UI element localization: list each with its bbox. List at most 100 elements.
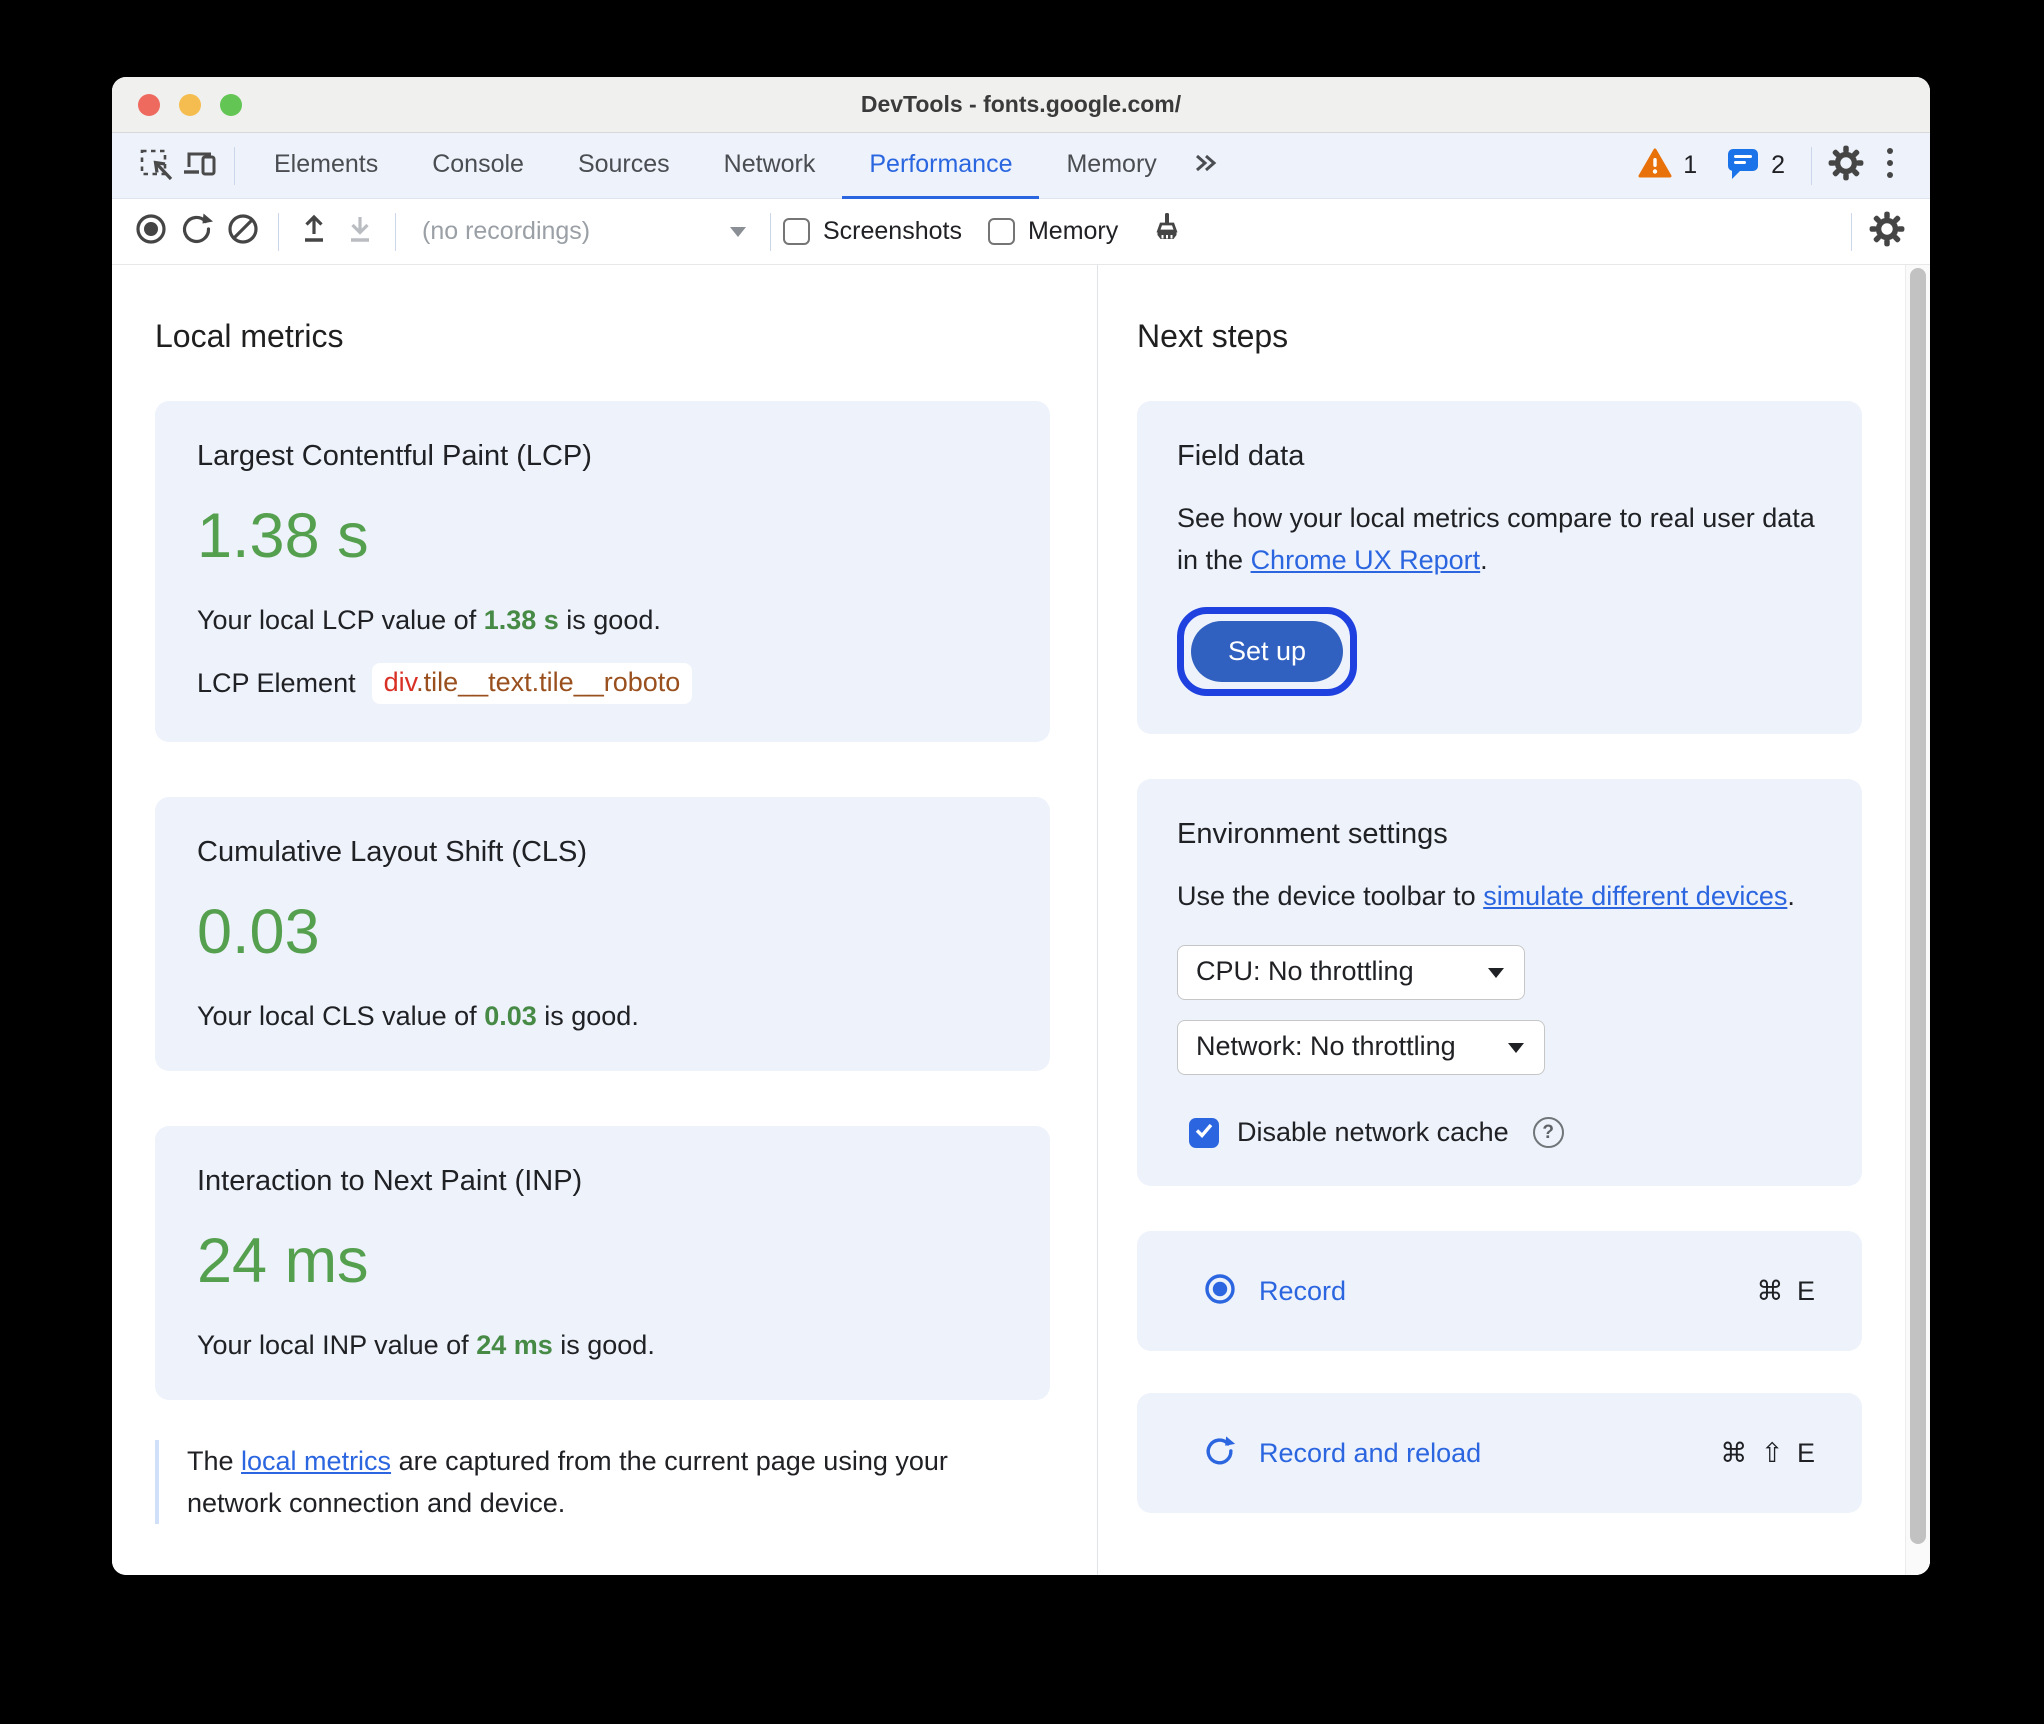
lcp-desc-value: 1.38 s: [483, 605, 559, 635]
tab-network[interactable]: Network: [697, 133, 843, 199]
kebab-menu-icon: [1884, 144, 1896, 187]
help-icon[interactable]: ?: [1532, 1117, 1564, 1148]
inspect-element-button[interactable]: [134, 144, 178, 188]
record-action-row[interactable]: Record ⌘ E: [1137, 1231, 1862, 1351]
gear-icon: [1868, 210, 1906, 253]
message-icon: [1725, 146, 1761, 185]
local-metrics-link[interactable]: local metrics: [241, 1446, 391, 1476]
network-throttling-value: Network: No throttling: [1196, 1031, 1456, 1061]
record-button[interactable]: [128, 209, 174, 255]
record-and-reload-shortcut: ⌘ ⇧ E: [1720, 1437, 1818, 1468]
environment-settings-title: Environment settings: [1177, 818, 1448, 850]
lcp-element-row: LCP Element div.tile__text.tile__roboto: [197, 663, 1008, 704]
scrollbar-thumb[interactable]: [1910, 268, 1926, 1544]
environment-settings-body: Use the device toolbar to simulate diffe…: [1177, 875, 1822, 917]
minimize-window-button[interactable]: [179, 93, 201, 116]
record-and-reload-action-label[interactable]: Record and reload: [1259, 1438, 1481, 1469]
cpu-throttling-value: CPU: No throttling: [1196, 956, 1414, 986]
record-and-reload-button[interactable]: [174, 209, 220, 255]
reload-icon: [1203, 1434, 1237, 1473]
field-data-body: See how your local metrics compare to re…: [1177, 497, 1822, 581]
reload-icon: [179, 211, 215, 252]
performance-toolbar: (no recordings) Screenshots Memory: [112, 199, 1930, 265]
footnote-prefix: The: [187, 1446, 242, 1476]
local-metrics-panel: Local metrics Largest Contentful Paint (…: [112, 265, 1097, 1575]
cls-card-title: Cumulative Layout Shift (CLS): [197, 836, 588, 868]
network-throttling-select[interactable]: Network: No throttling: [1177, 1020, 1545, 1075]
title-bar: DevTools - fonts.google.com/: [112, 77, 1930, 133]
more-tabs-button[interactable]: [1184, 144, 1228, 188]
devtools-window: DevTools - fonts.google.com/ Elements Co…: [112, 77, 1930, 1575]
screenshots-toggle[interactable]: Screenshots: [783, 217, 962, 246]
chevron-double-right-icon: [1192, 149, 1220, 182]
lcp-element-tag: div: [383, 667, 417, 697]
clear-button[interactable]: [220, 209, 266, 255]
more-options-button[interactable]: [1868, 144, 1912, 188]
separator: [278, 212, 279, 251]
lcp-desc-suffix: is good.: [558, 605, 661, 635]
capture-settings-button[interactable]: [1864, 209, 1910, 255]
lcp-element-node-link[interactable]: div.tile__text.tile__roboto: [371, 663, 693, 704]
lcp-element-classes: .tile__text.tile__roboto: [416, 667, 681, 697]
settings-button[interactable]: [1824, 144, 1868, 188]
tab-sources[interactable]: Sources: [551, 133, 697, 199]
record-and-reload-action-row[interactable]: Record and reload ⌘ ⇧ E: [1137, 1393, 1862, 1513]
inp-desc-prefix: Your local INP value of: [197, 1330, 477, 1360]
disable-cache-row: Disable network cache ?: [1189, 1117, 1822, 1148]
local-metrics-footnote: The local metrics are captured from the …: [155, 1440, 1025, 1524]
tab-console[interactable]: Console: [405, 133, 551, 199]
cls-description: Your local CLS value of 0.03 is good.: [197, 999, 1008, 1033]
block-icon: [225, 211, 261, 252]
inp-desc-value: 24 ms: [476, 1330, 553, 1360]
gear-icon: [1827, 144, 1865, 187]
simulate-devices-link[interactable]: simulate different devices: [1483, 881, 1787, 911]
separator: [770, 212, 771, 251]
inp-card: Interaction to Next Paint (INP) 24 ms Yo…: [155, 1126, 1050, 1400]
chevron-down-icon: [1486, 956, 1506, 987]
screenshots-label: Screenshots: [823, 217, 962, 245]
environment-text-prefix: Use the device toolbar to: [1177, 881, 1484, 911]
field-data-title: Field data: [1177, 440, 1305, 472]
inp-card-title: Interaction to Next Paint (INP): [197, 1165, 583, 1197]
lcp-element-label: LCP Element: [197, 668, 356, 698]
upload-icon: [296, 211, 332, 252]
tab-elements[interactable]: Elements: [247, 133, 405, 199]
toggle-device-toolbar-button[interactable]: [178, 144, 222, 188]
download-profile-button[interactable]: [337, 209, 383, 255]
memory-checkbox[interactable]: [987, 218, 1015, 245]
memory-toggle[interactable]: Memory: [987, 217, 1118, 246]
inp-desc-suffix: is good.: [552, 1330, 655, 1360]
close-window-button[interactable]: [138, 93, 160, 116]
environment-text-suffix: .: [1787, 881, 1795, 911]
warnings-indicator[interactable]: 1: [1637, 147, 1697, 184]
cpu-throttling-select[interactable]: CPU: No throttling: [1177, 945, 1525, 1000]
next-steps-heading: Next steps: [1137, 318, 1289, 354]
tab-performance[interactable]: Performance: [842, 133, 1040, 199]
cls-desc-prefix: Your local CLS value of: [197, 1001, 485, 1031]
vertical-scrollbar[interactable]: [1905, 265, 1930, 1575]
warning-count: 1: [1683, 151, 1698, 179]
collect-garbage-button[interactable]: [1144, 209, 1190, 255]
disable-cache-checkbox[interactable]: [1189, 1117, 1219, 1148]
screenshots-checkbox[interactable]: [783, 218, 810, 245]
device-toolbar-icon: [180, 143, 220, 188]
tab-memory[interactable]: Memory: [1039, 133, 1183, 199]
recordings-dropdown-value: (no recordings): [422, 217, 591, 245]
issues-indicator[interactable]: 2: [1725, 146, 1785, 185]
chrome-ux-report-link[interactable]: Chrome UX Report: [1251, 545, 1481, 575]
record-action-label[interactable]: Record: [1259, 1276, 1346, 1307]
upload-profile-button[interactable]: [291, 209, 337, 255]
separator: [1851, 212, 1852, 251]
maximize-window-button[interactable]: [220, 93, 242, 116]
broom-icon: [1148, 210, 1186, 253]
environment-settings-card: Environment settings Use the device tool…: [1137, 779, 1862, 1186]
separator: [1811, 146, 1812, 185]
lcp-card: Largest Contentful Paint (LCP) 1.38 s Yo…: [155, 401, 1050, 742]
checkmark-icon: [1192, 1118, 1216, 1147]
lcp-desc-prefix: Your local LCP value of: [197, 605, 484, 635]
field-data-text-suffix: .: [1480, 545, 1488, 575]
lcp-value: 1.38 s: [197, 501, 369, 571]
set-up-button[interactable]: Set up: [1191, 621, 1344, 682]
recordings-dropdown[interactable]: (no recordings): [408, 217, 758, 246]
disable-cache-label: Disable network cache: [1237, 1117, 1509, 1147]
